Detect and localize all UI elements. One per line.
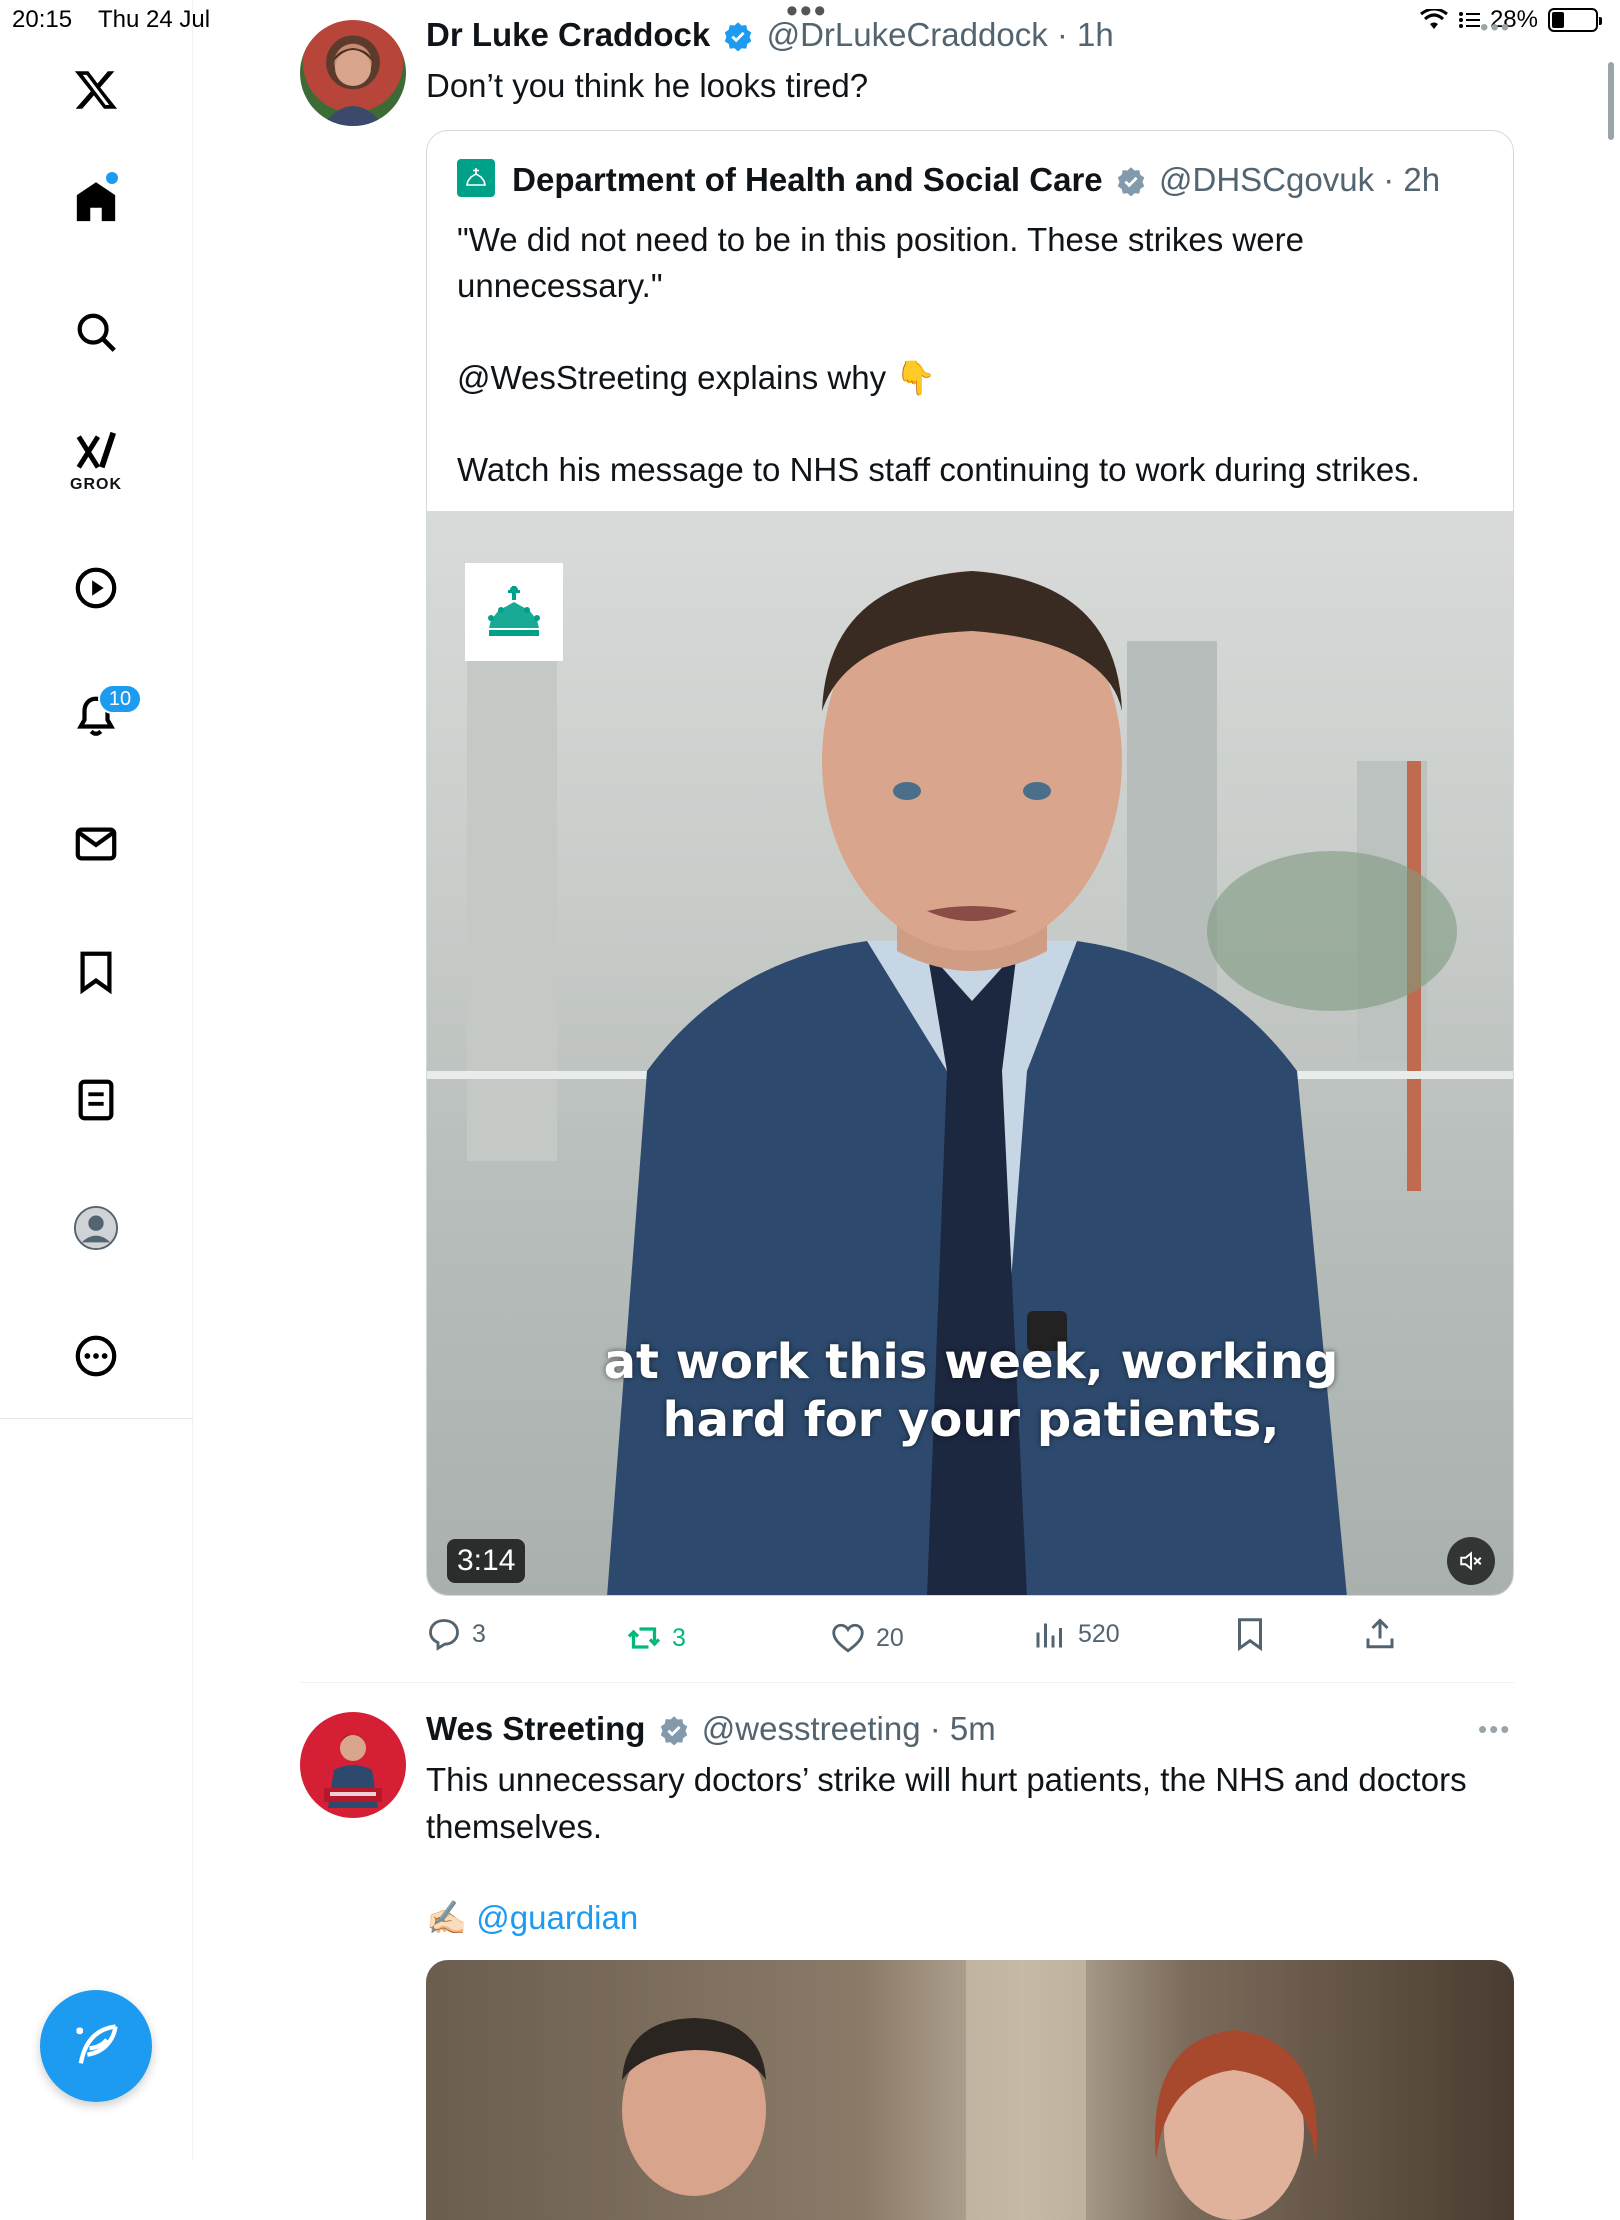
mute-button[interactable] <box>1447 1537 1495 1585</box>
separator-dot: · <box>1047 16 1078 53</box>
views-button[interactable]: 520 <box>1032 1616 1120 1652</box>
quote-paragraph: Watch his message to NHS staff continuin… <box>457 451 1420 488</box>
quote-time[interactable]: 2h <box>1403 161 1440 198</box>
views-count: 520 <box>1078 1619 1120 1648</box>
reply-icon <box>429 1619 459 1651</box>
tweet-divider <box>300 1682 1514 1683</box>
caption-line: hard for your patients, <box>662 1392 1280 1448</box>
bookmark-icon <box>1238 1618 1262 1652</box>
govuk-crown-logo <box>465 563 563 661</box>
home-unread-dot <box>106 172 118 184</box>
sidebar-separator <box>0 1418 193 1419</box>
repost-icon <box>627 1627 661 1649</box>
author-handle[interactable]: @wesstreeting <box>702 1710 921 1747</box>
avatar[interactable] <box>300 20 406 126</box>
quoted-tweet[interactable]: Department of Health and Social Care @DH… <box>426 130 1514 1596</box>
tweet-header: Dr Luke Craddock @DrLukeCraddock · 1h <box>426 16 1114 54</box>
tweet-photo[interactable] <box>426 1960 1514 2220</box>
separator-dot: · <box>920 1710 950 1747</box>
reply-button[interactable]: 3 <box>426 1616 486 1652</box>
focus-list-icon <box>1458 12 1480 28</box>
photo-people <box>622 1960 1317 2220</box>
author-handle[interactable]: @DrLukeCraddock <box>767 16 1048 53</box>
repost-count: 3 <box>672 1623 686 1652</box>
profile-icon[interactable] <box>62 1194 130 1262</box>
tweet-more-options-icon[interactable]: ••• <box>1478 1714 1511 1745</box>
notifications-badge: 10 <box>98 684 142 714</box>
share-button[interactable] <box>1362 1616 1398 1652</box>
caption-line: at work this week, working <box>603 1334 1339 1390</box>
heart-icon <box>832 1623 864 1653</box>
like-count: 20 <box>876 1623 904 1652</box>
tweet-credit-line: ✍🏻 @guardian <box>426 1894 638 1941</box>
tweet-time[interactable]: 1h <box>1077 16 1114 53</box>
author-name[interactable]: Wes Streeting <box>426 1710 645 1747</box>
scrollbar[interactable] <box>1608 62 1614 140</box>
sidebar: GROK 10 <box>0 0 193 2160</box>
video-duration: 3:14 <box>447 1539 526 1583</box>
repost-button[interactable]: 3 <box>626 1620 686 1656</box>
quote-author-name[interactable]: Department of Health and Social Care <box>512 161 1102 198</box>
video-player[interactable]: at work this week, working hard for your… <box>427 511 1513 1595</box>
reply-count: 3 <box>472 1619 486 1648</box>
quote-header: Department of Health and Social Care @DH… <box>457 159 1440 199</box>
like-button[interactable]: 20 <box>830 1620 904 1656</box>
quote-paragraph: @WesStreeting explains why 👇 <box>457 359 937 396</box>
author-name[interactable]: Dr Luke Craddock <box>426 16 710 53</box>
views-chart-icon <box>1036 1623 1062 1648</box>
guardian-mention-link[interactable]: @guardian <box>476 1899 638 1936</box>
separator-dot: · <box>1374 161 1404 198</box>
lists-icon[interactable] <box>62 1066 130 1134</box>
tweet-text: This unnecessary doctors’ strike will hu… <box>426 1761 1467 1845</box>
dhsc-avatar[interactable] <box>457 159 495 197</box>
video-icon[interactable] <box>62 554 130 622</box>
quote-paragraph: "We did not need to be in this position.… <box>457 221 1304 304</box>
wifi-icon <box>1420 9 1448 29</box>
compose-button[interactable] <box>40 1990 152 2102</box>
compose-feather-icon <box>76 2024 118 2064</box>
verified-gray-badge-icon <box>660 1716 687 1745</box>
speaker-muted-icon <box>1460 1551 1482 1571</box>
home-icon[interactable] <box>62 168 130 236</box>
more-dots-icon[interactable]: ••• <box>1480 14 1511 42</box>
battery-icon <box>1548 8 1602 32</box>
share-icon <box>1366 1618 1394 1649</box>
search-icon[interactable] <box>62 298 130 366</box>
bookmark-button[interactable] <box>1232 1616 1268 1652</box>
tweet-header: Wes Streeting @wesstreeting · 5m <box>426 1710 996 1748</box>
avatar[interactable] <box>300 1712 406 1818</box>
video-caption: at work this week, working hard for your… <box>427 1333 1513 1449</box>
quote-author-handle[interactable]: @DHSCgovuk <box>1159 161 1374 198</box>
messages-icon[interactable] <box>62 810 130 878</box>
tweet-text: Don’t you think he looks tired? <box>426 67 869 104</box>
verified-gray-badge-icon <box>1117 167 1145 196</box>
verified-badge-icon <box>725 22 752 51</box>
tweet-time[interactable]: 5m <box>950 1710 996 1747</box>
writing-hand-emoji: ✍🏻 <box>426 1899 468 1936</box>
bookmarks-icon[interactable] <box>62 938 130 1006</box>
grok-label: GROK <box>70 476 122 493</box>
more-icon[interactable] <box>62 1322 130 1390</box>
x-logo-icon[interactable] <box>62 56 130 124</box>
quote-text: "We did not need to be in this position.… <box>457 217 1487 539</box>
